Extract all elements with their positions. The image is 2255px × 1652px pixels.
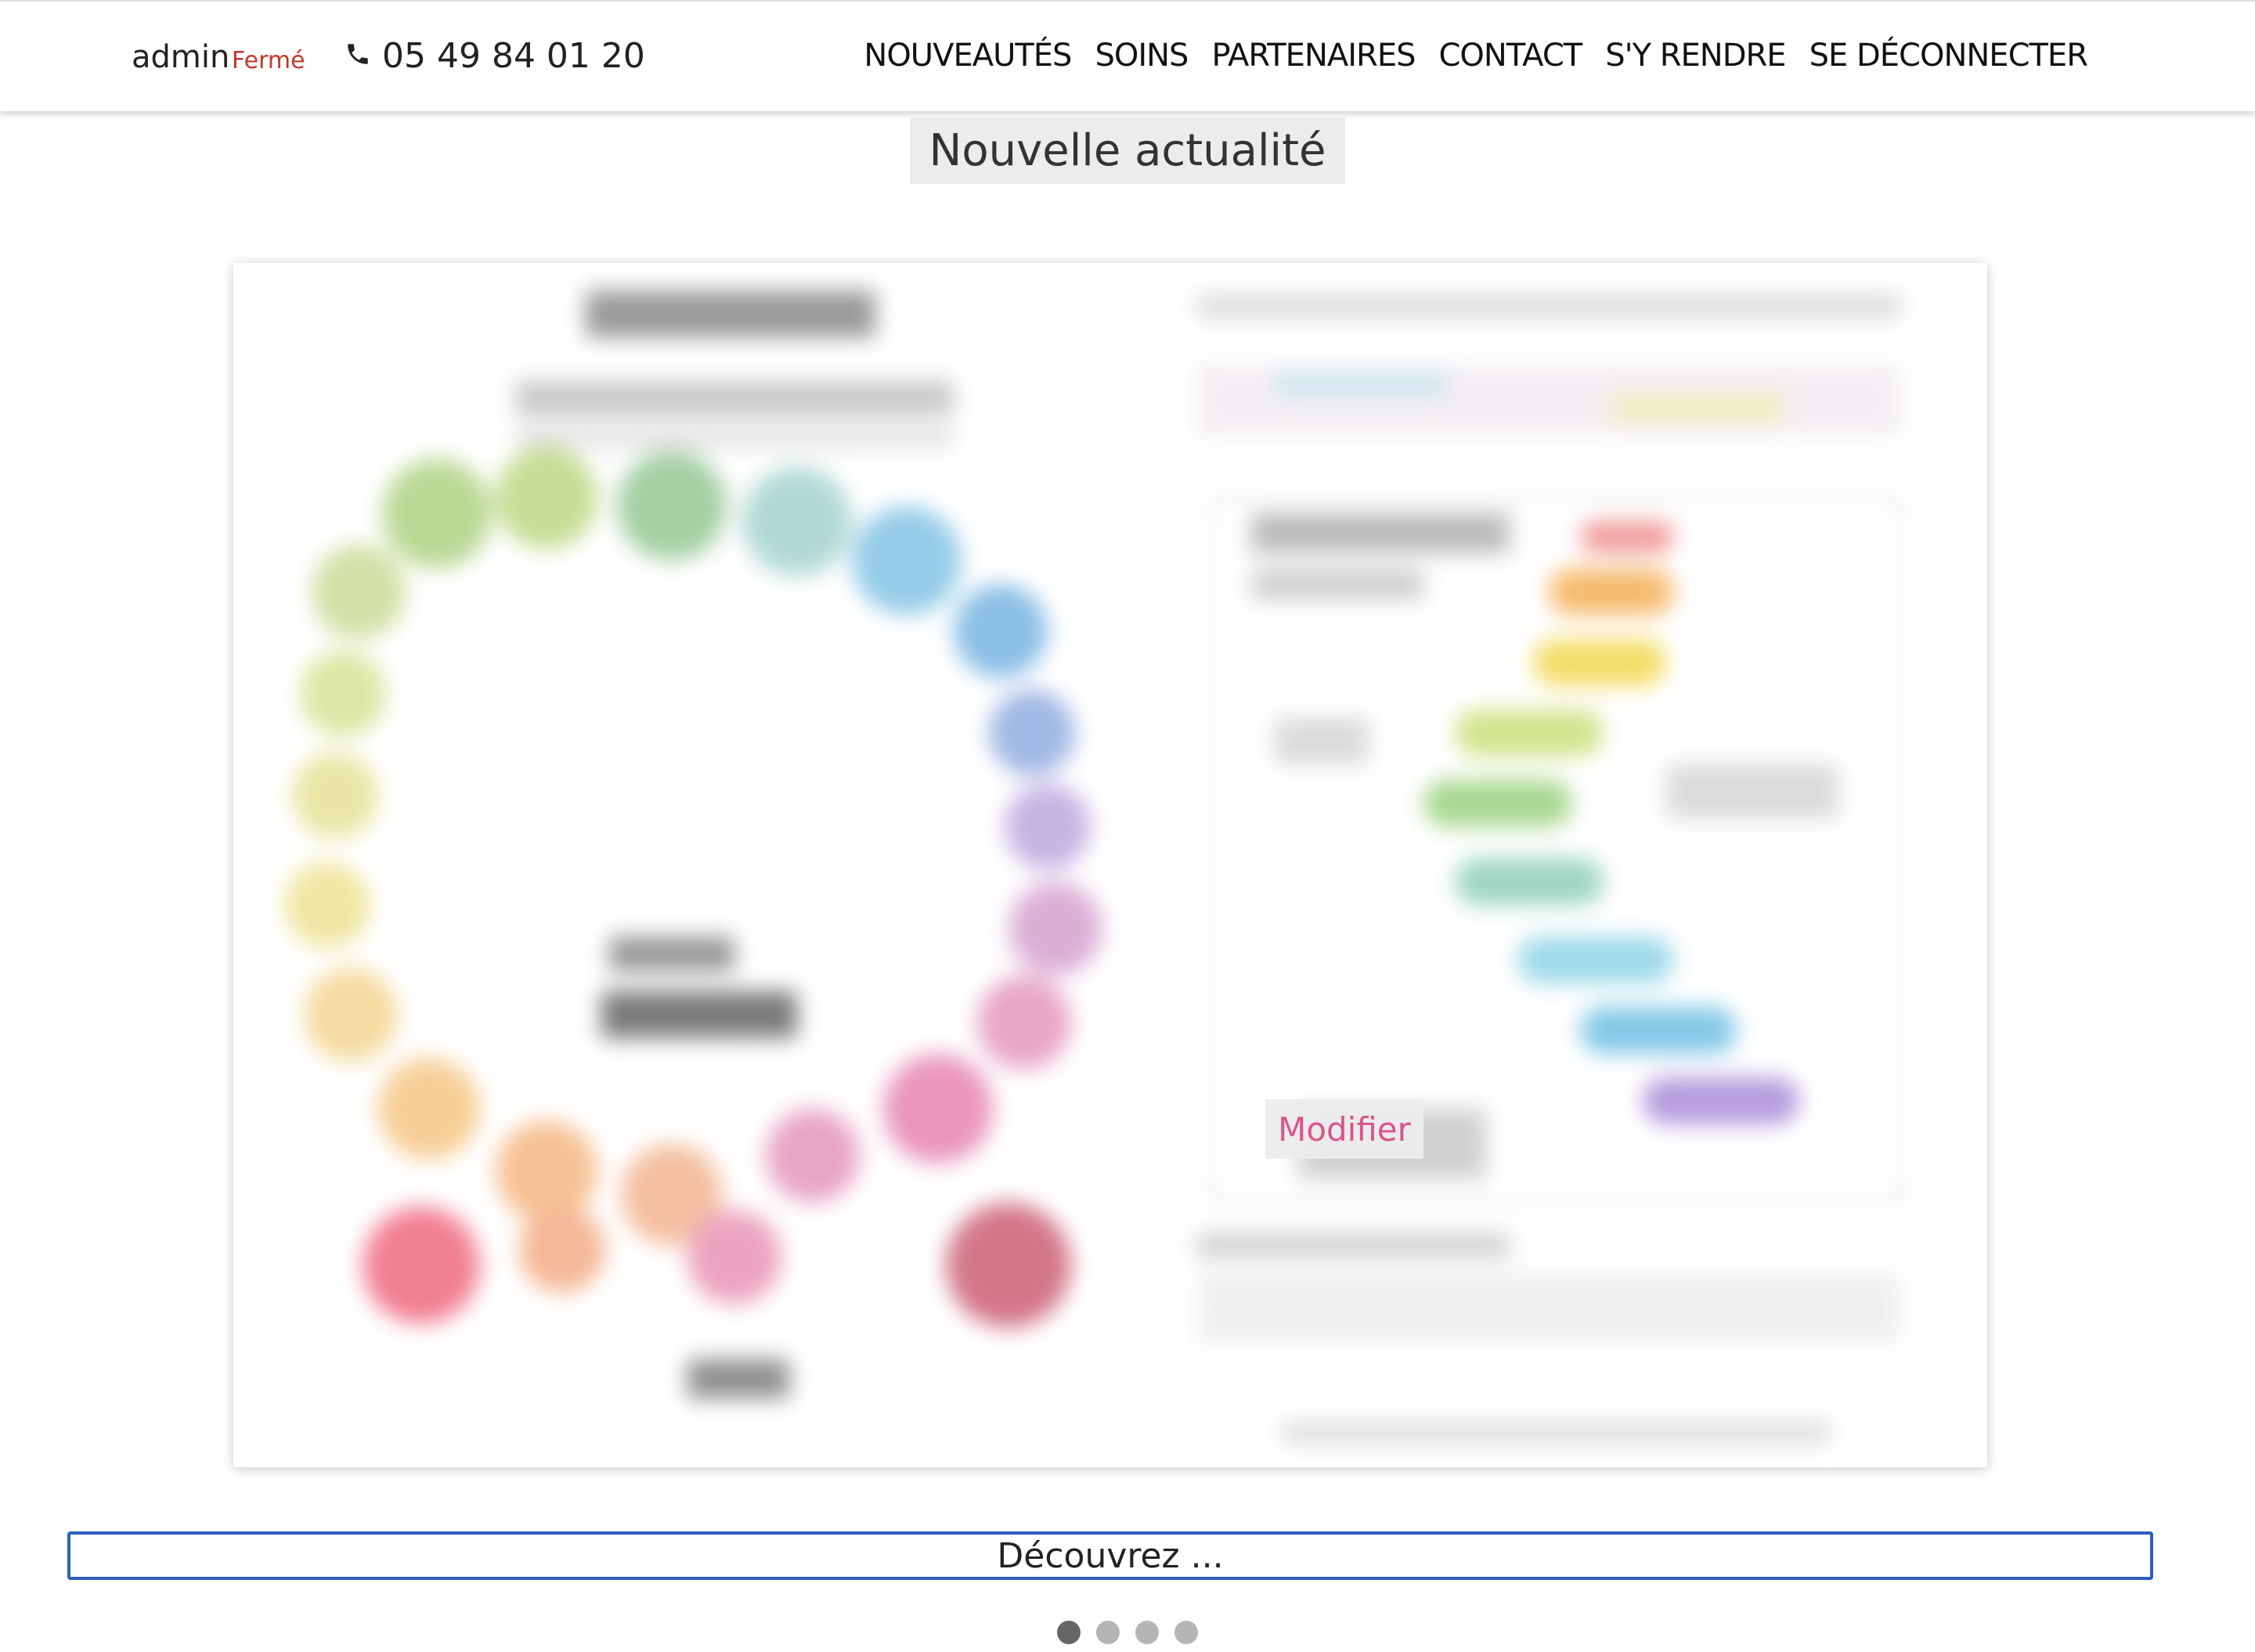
nav-soins[interactable]: SOINS bbox=[1095, 38, 1189, 74]
nav-sy-rendre[interactable]: S'Y RENDRE bbox=[1605, 38, 1786, 74]
blurred-poster-image bbox=[284, 290, 1903, 1444]
main-nav: NOUVEAUTÉS SOINS PARTENAIRES CONTACT S'Y… bbox=[864, 38, 2088, 74]
carousel-indicators bbox=[0, 1621, 2255, 1644]
carousel-dot-1[interactable] bbox=[1057, 1621, 1081, 1644]
phone-number: 05 49 84 01 20 bbox=[382, 36, 645, 76]
carousel-dot-4[interactable] bbox=[1174, 1621, 1198, 1644]
modify-image-button[interactable]: Modifier bbox=[1265, 1099, 1423, 1159]
top-header: admin Fermé 05 49 84 01 20 NOUVEAUTÉS SO… bbox=[0, 0, 2255, 111]
caption-input[interactable] bbox=[67, 1531, 2153, 1580]
news-image[interactable]: Modifier bbox=[233, 263, 1987, 1467]
page-title: Nouvelle actualité bbox=[910, 117, 1345, 184]
nav-partenaires[interactable]: PARTENAIRES bbox=[1211, 38, 1416, 74]
title-wrapper: Nouvelle actualité bbox=[0, 117, 2255, 184]
status-badge: Fermé bbox=[232, 47, 305, 74]
phone-icon bbox=[345, 36, 371, 76]
carousel-dot-3[interactable] bbox=[1135, 1621, 1159, 1644]
nav-contact[interactable]: CONTACT bbox=[1439, 38, 1583, 74]
nav-se-deconnecter[interactable]: SE DÉCONNECTER bbox=[1809, 38, 2088, 74]
phone-link[interactable]: 05 49 84 01 20 bbox=[345, 36, 645, 76]
nav-nouveautes[interactable]: NOUVEAUTÉS bbox=[864, 38, 1072, 74]
user-name[interactable]: admin bbox=[132, 39, 229, 75]
carousel-dot-2[interactable] bbox=[1096, 1621, 1120, 1644]
